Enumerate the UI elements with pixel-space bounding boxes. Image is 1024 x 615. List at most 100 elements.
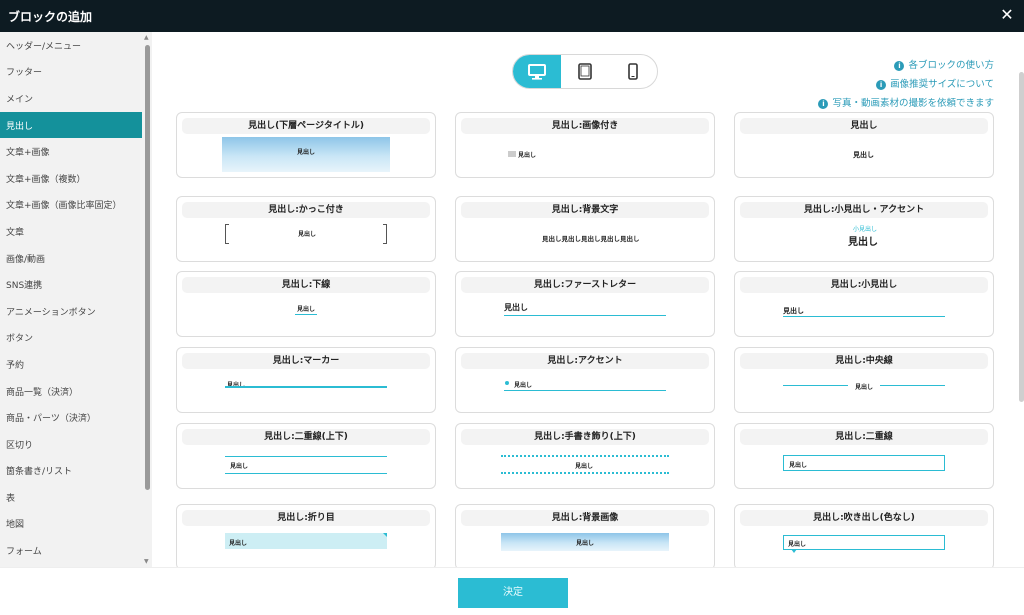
block-card[interactable]: 見出し:吹き出し(色なし) 見出し	[734, 504, 994, 567]
sidebar-item[interactable]: メイン	[0, 85, 142, 112]
block-card-title: 見出し:マーカー	[182, 353, 430, 369]
block-card[interactable]: 見出し:小見出し 見出し	[734, 271, 994, 337]
sidebar-item[interactable]: 地図	[0, 511, 142, 538]
block-card[interactable]: 見出し:折り目 見出し	[176, 504, 436, 567]
device-desktop-button[interactable]	[513, 55, 561, 88]
block-card[interactable]: 見出し:アクセント 見出し	[455, 347, 715, 413]
block-card-title: 見出し	[740, 118, 988, 134]
block-card[interactable]: 見出し:小見出し・アクセント 小見出し 見出し	[734, 196, 994, 262]
decide-button[interactable]: 決定	[458, 578, 568, 608]
dialog-footer: 決定	[0, 567, 1024, 615]
block-card-title: 見出し:小見出し	[740, 277, 988, 293]
block-card-title: 見出し:背景文字	[461, 202, 709, 218]
underline	[504, 315, 666, 316]
block-card-title: 見出し:かっこ付き	[182, 202, 430, 218]
sidebar-item[interactable]: 区切り	[0, 431, 142, 458]
block-card-title: 見出し:二重線	[740, 429, 988, 445]
device-toggle	[512, 54, 658, 89]
block-card[interactable]: 見出し:二重線 見出し	[734, 423, 994, 489]
block-card-title: 見出し:折り目	[182, 510, 430, 526]
sidebar-scrollbar[interactable]: ▲ ▼	[142, 32, 152, 567]
sidebar-item[interactable]: 表	[0, 484, 142, 511]
desktop-icon	[528, 63, 546, 80]
category-sidebar: ヘッダー/メニュー フッター メイン 見出し 文章+画像 文章+画像（複数） 文章+画像（画…	[0, 32, 142, 567]
underline	[295, 314, 317, 315]
main-scrollbar-thumb[interactable]	[1019, 72, 1024, 402]
sidebar-item[interactable]: ボタン	[0, 325, 142, 352]
sidebar-item[interactable]: 画像/動画	[0, 245, 142, 272]
sidebar-item[interactable]: 文章	[0, 218, 142, 245]
block-card-title: 見出し:下線	[182, 277, 430, 293]
smartphone-icon	[628, 63, 638, 80]
underline	[783, 316, 945, 317]
sidebar-item[interactable]: 箇条書き/リスト	[0, 458, 142, 485]
block-card[interactable]: 見出し:二重線(上下) 見出し	[176, 423, 436, 489]
box-border	[783, 455, 945, 471]
block-card[interactable]: 見出し:背景画像 見出し	[455, 504, 715, 567]
block-card[interactable]: 見出し 見出し	[734, 112, 994, 178]
block-card[interactable]: 見出し:ファーストレター 見出し	[455, 271, 715, 337]
line-left	[783, 385, 848, 386]
dialog-title: ブロックの追加	[8, 9, 93, 24]
block-card[interactable]: 見出し:マーカー見出し	[176, 347, 436, 413]
block-card-title: 見出し:画像付き	[461, 118, 709, 134]
help-link-photo-request[interactable]: i 写真・動画素材の撮影を依頼できます	[818, 94, 994, 113]
help-link-image-size[interactable]: i 画像推奨サイズについて	[818, 75, 994, 94]
tablet-icon	[578, 63, 592, 80]
sidebar-item[interactable]: フォーム	[0, 537, 142, 564]
block-card[interactable]: 見出し:手書き飾り(上下) 見出し	[455, 423, 715, 489]
scrollbar-thumb[interactable]	[145, 45, 150, 490]
fold-band	[225, 533, 387, 549]
fold-corner	[383, 533, 387, 537]
help-link-usage[interactable]: i 各ブロックの使い方	[818, 56, 994, 75]
block-card-title: 見出し:中央線	[740, 353, 988, 369]
sidebar-item[interactable]: ヘッダー/メニュー	[0, 32, 142, 59]
info-icon: i	[818, 99, 829, 109]
block-card[interactable]: 見出し:下線 見出し	[176, 271, 436, 337]
dialog-titlebar: ブロックの追加 ✕	[0, 0, 1024, 32]
block-card-title: 見出し:小見出し・アクセント	[740, 202, 988, 218]
underline	[504, 390, 666, 391]
line-right	[880, 385, 945, 386]
close-icon[interactable]: ✕	[998, 6, 1016, 24]
block-card-title: 見出し(下層ページタイトル)	[182, 118, 430, 134]
bracket-right	[383, 224, 387, 244]
block-card[interactable]: 見出し:かっこ付き 見出し	[176, 196, 436, 262]
block-card[interactable]: 見出し:画像付き 見出し	[455, 112, 715, 178]
sidebar-item[interactable]: フッター	[0, 59, 142, 86]
marker-line	[225, 386, 387, 388]
image-placeholder	[508, 151, 516, 157]
bracket-left	[225, 224, 229, 244]
line-bottom	[225, 473, 387, 474]
sidebar-item[interactable]: 商品一覧（決済）	[0, 378, 142, 405]
scroll-up-arrow-icon[interactable]: ▲	[144, 34, 149, 41]
block-gallery: i 各ブロックの使い方 i 画像推奨サイズについて i 写真・動画素材の撮影を依頼でき…	[152, 32, 1024, 567]
accent-dot	[505, 381, 509, 385]
sidebar-item[interactable]: 文章+画像（複数）	[0, 165, 142, 192]
block-card-title: 見出し:アクセント	[461, 353, 709, 369]
sidebar-item[interactable]: SNS連携	[0, 271, 142, 298]
help-links: i 各ブロックの使い方 i 画像推奨サイズについて i 写真・動画素材の撮影を依頼でき…	[818, 56, 994, 113]
sidebar-item[interactable]: アニメーションボタン	[0, 298, 142, 325]
line-top	[225, 456, 387, 457]
block-card-title: 見出し:吹き出し(色なし)	[740, 510, 988, 526]
speech-tail	[791, 549, 797, 553]
info-icon: i	[894, 61, 905, 71]
block-card[interactable]: 見出し:背景文字 見出し見出し見出し見出し見出し	[455, 196, 715, 262]
block-card-title: 見出し:二重線(上下)	[182, 429, 430, 445]
device-smartphone-button[interactable]	[609, 55, 657, 88]
block-card[interactable]: 見出し:中央線 見出し	[734, 347, 994, 413]
sidebar-item[interactable]: 文章+画像（画像比率固定）	[0, 192, 142, 219]
info-icon: i	[876, 80, 887, 90]
sidebar-item[interactable]: 商品・パーツ（決済）	[0, 404, 142, 431]
scroll-down-arrow-icon[interactable]: ▼	[144, 558, 149, 565]
sidebar-item[interactable]: 予約	[0, 351, 142, 378]
sidebar-item[interactable]: 見出し	[0, 111, 142, 139]
deco-bottom	[501, 472, 669, 474]
block-card-title: 見出し:手書き飾り(上下)	[461, 429, 709, 445]
speech-box	[783, 535, 945, 550]
block-card[interactable]: 見出し(下層ページタイトル) 見出し	[176, 112, 436, 178]
device-tablet-button[interactable]	[561, 55, 609, 88]
sidebar-item[interactable]: 文章+画像	[0, 138, 142, 165]
block-card-title: 見出し:ファーストレター	[461, 277, 709, 293]
